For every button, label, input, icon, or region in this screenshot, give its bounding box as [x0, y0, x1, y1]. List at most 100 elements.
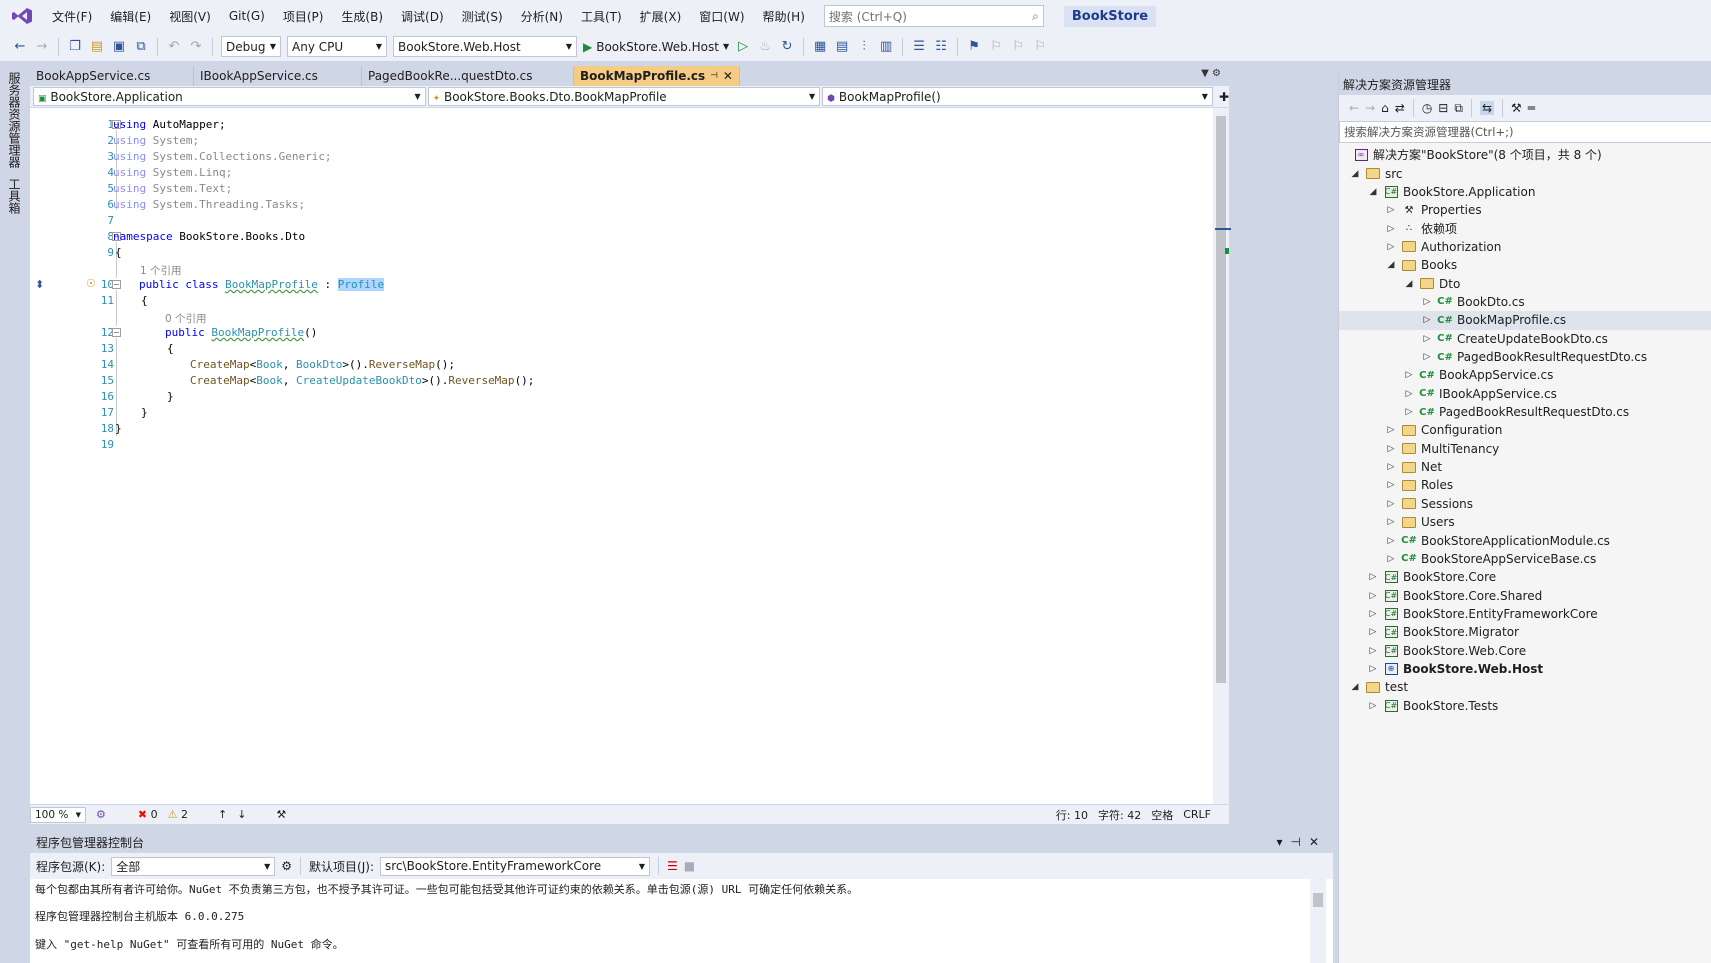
collapsed-arrow-icon[interactable]: ▷: [1367, 701, 1379, 711]
tree-item[interactable]: ▷ Authorization: [1339, 237, 1711, 256]
codelens-references[interactable]: 1 个引用: [140, 263, 182, 278]
collapsed-arrow-icon[interactable]: ▷: [1385, 554, 1397, 564]
menu-build[interactable]: 生成(B): [332, 0, 392, 32]
bookmark-next-icon[interactable]: ⚐: [1010, 39, 1026, 55]
collapse-all-icon[interactable]: ⊟: [1438, 101, 1448, 115]
save-icon[interactable]: ▣: [111, 39, 127, 55]
tree-item[interactable]: ◢ Dto: [1339, 274, 1711, 293]
start-debugging-button[interactable]: ▶ BookStore.Web.Host ▼: [583, 40, 729, 54]
tab-overflow-icon[interactable]: ▼ ⚙: [1201, 68, 1221, 79]
layout-icon[interactable]: ▤: [834, 39, 850, 55]
bookmark-icon[interactable]: ⚑: [966, 39, 982, 55]
tree-item[interactable]: ◢ src: [1339, 164, 1711, 183]
close-icon[interactable]: ✕: [1309, 835, 1327, 849]
collapsed-arrow-icon[interactable]: ▷: [1403, 389, 1415, 399]
tree-item[interactable]: ▷ C# BookMapProfile.cs: [1339, 310, 1711, 330]
tree-item[interactable]: ▷ C# BookDto.cs: [1339, 292, 1711, 311]
collapsed-arrow-icon[interactable]: ▷: [1421, 315, 1433, 325]
navigate-forward-icon[interactable]: →: [34, 39, 50, 55]
switch-views-icon[interactable]: ⇄: [1395, 101, 1405, 115]
line-ending-indicator[interactable]: CRLF: [1183, 808, 1211, 821]
warnings-indicator[interactable]: ⚠ 2: [168, 808, 188, 821]
tab-ibookappservice[interactable]: IBookAppService.cs: [194, 66, 362, 86]
whitespace-indicator[interactable]: 空格: [1151, 807, 1173, 823]
health-icon[interactable]: ⚙: [96, 808, 106, 821]
console-scrollbar[interactable]: [1310, 879, 1326, 963]
tree-item[interactable]: ▷ C# BookStore.EntityFrameworkCore: [1339, 604, 1711, 623]
tree-item[interactable]: ▷ Net: [1339, 458, 1711, 477]
collapsed-arrow-icon[interactable]: ▷: [1385, 224, 1397, 234]
chevron-down-icon[interactable]: ▾: [1276, 835, 1290, 849]
collapsed-arrow-icon[interactable]: ▷: [1385, 444, 1397, 454]
sync-active-document-icon[interactable]: ⇆: [1479, 101, 1494, 115]
split-window-icon[interactable]: ✚: [1219, 90, 1229, 104]
platform-dropdown[interactable]: Any CPU ▼: [287, 36, 387, 57]
collapsed-arrow-icon[interactable]: ▷: [1385, 425, 1397, 435]
comment-icon[interactable]: ☰: [911, 39, 927, 55]
start-without-debugging-icon[interactable]: ▷: [735, 39, 751, 55]
expanded-arrow-icon[interactable]: ◢: [1385, 260, 1397, 270]
previous-issue-icon[interactable]: ↑: [218, 808, 227, 821]
menu-project[interactable]: 项目(P): [274, 0, 333, 32]
preview-icon[interactable]: ═: [1528, 101, 1535, 115]
properties-icon[interactable]: ⚒: [1511, 101, 1522, 115]
tree-item[interactable]: ▷ C# BookStore.Migrator: [1339, 623, 1711, 642]
new-project-icon[interactable]: ❐: [67, 39, 83, 55]
expanded-arrow-icon[interactable]: ◢: [1349, 682, 1361, 692]
project-dropdown[interactable]: ▣ BookStore.Application ▼: [33, 87, 426, 106]
collapsed-arrow-icon[interactable]: ▷: [1421, 352, 1433, 362]
browse-icon[interactable]: ▦: [812, 39, 828, 55]
member-dropdown[interactable]: ⬢ BookMapProfile() ▼: [822, 87, 1213, 106]
package-source-dropdown[interactable]: 全部 ▼: [111, 856, 276, 876]
implementation-glyph-icon[interactable]: ⬍: [35, 278, 44, 291]
collapse-ctor-toggle[interactable]: −: [112, 328, 121, 337]
toolbox-tab[interactable]: 工具箱: [7, 178, 23, 214]
tree-item[interactable]: ▷ Sessions: [1339, 494, 1711, 513]
collapsed-arrow-icon[interactable]: ▷: [1421, 334, 1433, 344]
tree-item[interactable]: ▷ C# BookStoreApplicationModule.cs: [1339, 531, 1711, 550]
menu-window[interactable]: 窗口(W): [690, 0, 753, 32]
expanded-arrow-icon[interactable]: ◢: [1403, 279, 1415, 289]
tree-item[interactable]: ▷ C# CreateUpdateBookDto.cs: [1339, 329, 1711, 348]
scrollbar-thumb[interactable]: [1216, 116, 1226, 683]
settings-icon[interactable]: ⚙: [281, 859, 292, 873]
expanded-arrow-icon[interactable]: ◢: [1349, 169, 1361, 179]
tab-bookappservice[interactable]: BookAppService.cs: [30, 66, 194, 86]
collapsed-arrow-icon[interactable]: ▷: [1367, 627, 1379, 637]
tree-item[interactable]: ▷ ⚒ Properties: [1339, 201, 1711, 220]
tree-item[interactable]: ▷ Configuration: [1339, 421, 1711, 440]
zoom-dropdown[interactable]: 100 % ▼: [30, 806, 86, 823]
bookmark-prev-icon[interactable]: ⚐: [988, 39, 1004, 55]
clear-console-icon[interactable]: ☰: [667, 859, 678, 873]
menu-help[interactable]: 帮助(H): [754, 0, 814, 32]
open-folder-icon[interactable]: ▤: [89, 39, 105, 55]
search-input[interactable]: 搜索 (Ctrl+Q) ⌕: [823, 5, 1044, 27]
errors-indicator[interactable]: ✖ 0: [138, 808, 158, 821]
editor-vertical-scrollbar[interactable]: [1213, 108, 1231, 804]
collapsed-arrow-icon[interactable]: ▷: [1367, 591, 1379, 601]
tree-item[interactable]: ▷ C# BookStore.Tests: [1339, 696, 1711, 715]
menu-file[interactable]: 文件(F): [43, 0, 101, 32]
pin-icon[interactable]: ⊣: [710, 71, 718, 81]
collapsed-arrow-icon[interactable]: ▷: [1421, 297, 1433, 307]
collapse-class-toggle[interactable]: −: [112, 280, 121, 289]
refresh-icon[interactable]: ↻: [779, 39, 795, 55]
home-icon[interactable]: ⌂: [1381, 101, 1389, 115]
menu-git[interactable]: Git(G): [220, 0, 274, 32]
forward-icon[interactable]: →: [1365, 101, 1375, 115]
line-indicator[interactable]: 行: 10: [1056, 807, 1088, 823]
undo-icon[interactable]: ↶: [166, 39, 182, 55]
tree-item[interactable]: ▷ C# IBookAppService.cs: [1339, 384, 1711, 403]
code-cleanup-icon[interactable]: ⚒: [276, 808, 286, 821]
tree-item[interactable]: ▷ C# BookStoreAppServiceBase.cs: [1339, 549, 1711, 568]
collapsed-arrow-icon[interactable]: ▷: [1385, 242, 1397, 252]
bookmark-clear-icon[interactable]: ⚐: [1032, 39, 1048, 55]
tree-item[interactable]: ▷ MultiTenancy: [1339, 439, 1711, 458]
tab-bookmapprofile[interactable]: BookMapProfile.cs ⊣ ✕: [574, 66, 740, 86]
char-indicator[interactable]: 字符: 42: [1098, 807, 1141, 823]
menu-extensions[interactable]: 扩展(X): [631, 0, 691, 32]
tree-item[interactable]: ▷ C# PagedBookResultRequestDto.cs: [1339, 403, 1711, 422]
configuration-dropdown[interactable]: Debug ▼: [221, 36, 281, 57]
collapsed-arrow-icon[interactable]: ▷: [1385, 517, 1397, 527]
menu-view[interactable]: 视图(V): [160, 0, 220, 32]
